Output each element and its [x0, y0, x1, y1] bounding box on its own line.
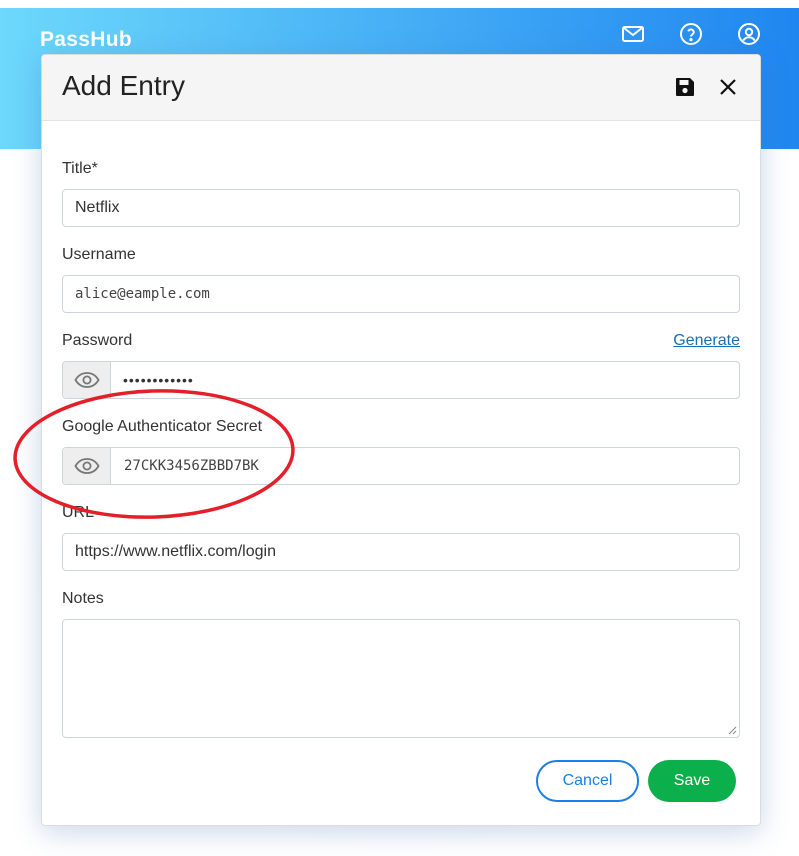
secret-visibility-toggle[interactable] [63, 448, 111, 484]
resize-grip-icon[interactable] [727, 725, 737, 735]
save-icon[interactable] [673, 75, 697, 99]
mail-icon[interactable] [621, 22, 645, 46]
generate-link[interactable]: Generate [673, 332, 740, 350]
notes-label: Notes [62, 590, 104, 607]
secret-value: 27CKK3456ZBBD7BK [124, 458, 259, 474]
app-logo[interactable]: PassHub [40, 28, 132, 52]
secret-label: Google Authenticator Secret [62, 418, 263, 435]
password-label: Password [62, 332, 133, 349]
password-input[interactable]: •••••••••••• [62, 361, 740, 399]
user-icon[interactable] [737, 22, 761, 46]
add-entry-modal: Add Entry Title* Netflix Username alice@… [41, 54, 761, 826]
username-input[interactable]: alice@eample.com [62, 275, 740, 313]
title-label: Title* [62, 160, 98, 177]
url-input[interactable]: https://www.netflix.com/login [62, 533, 740, 571]
eye-icon [73, 458, 100, 474]
save-button[interactable]: Save [648, 760, 736, 802]
help-icon[interactable] [679, 22, 703, 46]
modal-header: Add Entry [42, 55, 760, 121]
close-icon[interactable] [716, 75, 740, 99]
password-visibility-toggle[interactable] [63, 362, 111, 398]
modal-title: Add Entry [62, 70, 185, 101]
username-label: Username [62, 246, 136, 263]
cancel-button[interactable]: Cancel [536, 760, 639, 802]
notes-textarea[interactable] [62, 619, 740, 738]
secret-input[interactable]: 27CKK3456ZBBD7BK [62, 447, 740, 485]
password-mask: •••••••••••• [123, 372, 194, 388]
title-input[interactable]: Netflix [62, 189, 740, 227]
eye-icon [73, 372, 100, 388]
url-label: URL [62, 504, 95, 521]
